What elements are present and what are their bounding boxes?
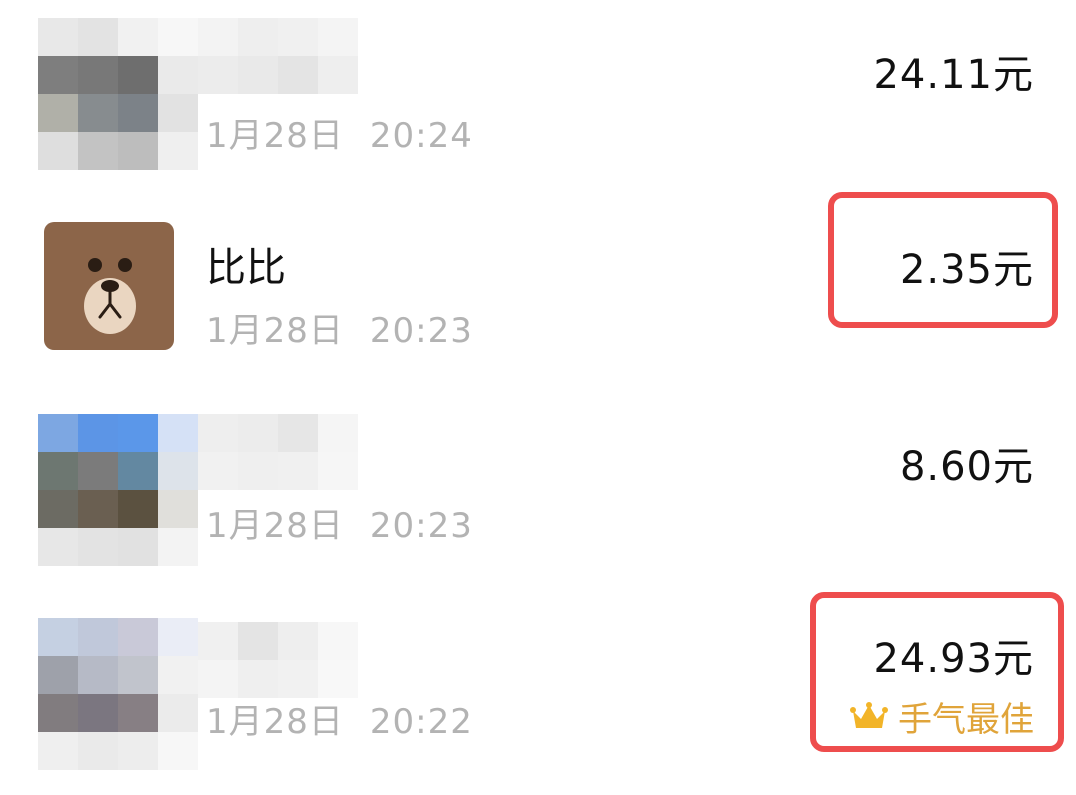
list-item[interactable]: 1月28日 20:23 8.60元 (0, 410, 1076, 605)
timestamp: 1月28日 20:22 (206, 702, 473, 742)
timestamp: 1月28日 20:24 (206, 116, 473, 156)
member-name: 比比 (206, 245, 286, 291)
avatar[interactable] (38, 414, 198, 566)
amount: 24.11元 (873, 52, 1034, 98)
avatar[interactable] (38, 18, 198, 170)
highlight-box (810, 592, 1064, 752)
avatar[interactable] (44, 222, 174, 350)
highlight-box (828, 192, 1058, 328)
timestamp: 1月28日 20:23 (206, 311, 473, 351)
name-pixelated (198, 622, 358, 698)
brown-bear-icon (44, 222, 174, 350)
avatar[interactable] (38, 618, 198, 770)
name-pixelated (198, 414, 358, 490)
name-pixelated (198, 18, 358, 94)
list-item[interactable]: 1月28日 20:24 24.11元 (0, 0, 1076, 195)
amount: 8.60元 (899, 444, 1034, 490)
timestamp: 1月28日 20:23 (206, 506, 473, 546)
